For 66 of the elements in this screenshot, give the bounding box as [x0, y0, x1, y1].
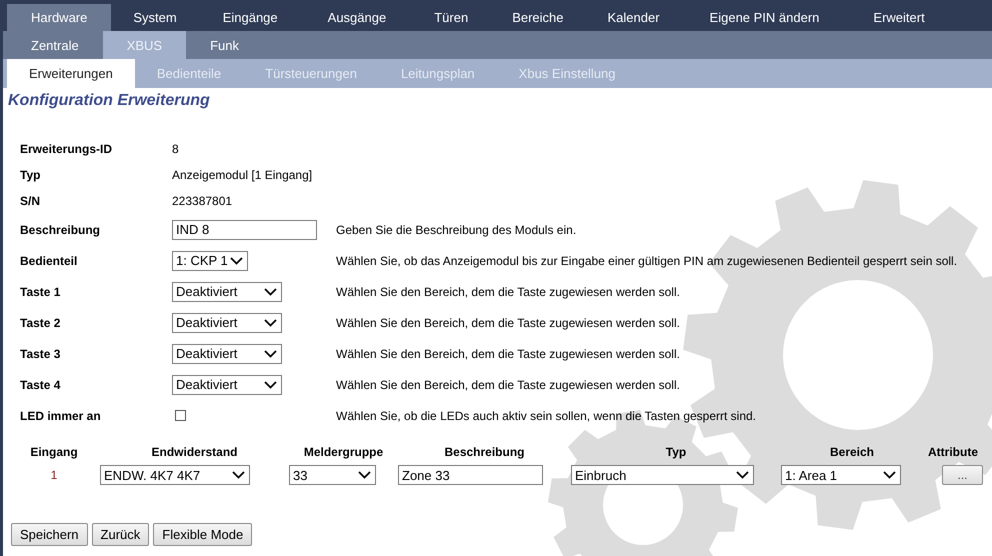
caret-icon: [264, 380, 277, 388]
main-tab[interactable]: Eingänge: [198, 4, 302, 31]
help-text: Wählen Sie den Bereich, dem die Taste zugewiesen werden soll.: [336, 346, 680, 360]
action-button[interactable]: Zurück: [92, 523, 150, 546]
dropdown[interactable]: 33: [289, 465, 376, 485]
main-tab[interactable]: Bereiche: [490, 4, 586, 31]
help-text: Wählen Sie den Bereich, dem die Taste zugewiesen werden soll.: [336, 378, 680, 392]
main-tab[interactable]: System: [111, 4, 199, 31]
main-tab[interactable]: Ausgänge: [302, 4, 412, 31]
caret-icon: [264, 350, 277, 358]
help-text: Wählen Sie den Bereich, dem die Taste zugewiesen werden soll.: [336, 284, 680, 298]
sub-tab[interactable]: Zentrale: [7, 31, 103, 59]
dropdown[interactable]: ENDW. 4K7 4K7: [100, 465, 250, 485]
help-text: Wählen Sie, ob das Anzeigemodul bis zur Eingabe einer gültigen PIN am zugewiesenen Bedienteil gesperrt sein soll.: [336, 254, 958, 268]
column-header: Bereich: [830, 445, 874, 459]
checkbox[interactable]: [175, 410, 186, 421]
caret-icon: [358, 471, 371, 479]
column-header: Endwiderstand: [151, 445, 238, 459]
field-label: Taste 3: [20, 346, 60, 360]
field-label: Taste 1: [20, 284, 60, 298]
field-value: 8: [172, 142, 179, 156]
column-header: Eingang: [30, 445, 78, 459]
caret-icon: [232, 471, 245, 479]
field-label: Bedienteil: [20, 254, 78, 268]
column-header: Typ: [666, 445, 686, 459]
field-value: Anzeigemodul [1 Eingang]: [172, 168, 312, 182]
field-label: Taste 2: [20, 316, 60, 330]
main-tab[interactable]: Hardware: [7, 4, 112, 31]
action-button[interactable]: Speichern: [11, 523, 88, 546]
attributes-button[interactable]: ...: [942, 465, 983, 485]
column-header: Meldergruppe: [304, 445, 384, 459]
sub-tab[interactable]: Funk: [186, 31, 264, 59]
column-header: Attribute: [928, 445, 978, 459]
field-label: LED immer an: [20, 408, 101, 422]
field-label: Beschreibung: [20, 222, 100, 236]
field-label: Erweiterungs-ID: [20, 142, 112, 156]
action-button[interactable]: Flexible Mode: [153, 523, 252, 546]
dropdown[interactable]: 1: CKP 1: [172, 250, 248, 270]
section-tab[interactable]: Erweiterungen: [7, 59, 135, 88]
help-text: Wählen Sie, ob die LEDs auch aktiv sein sollen, wenn die Tasten gesperrt sind.: [336, 408, 756, 422]
dropdown[interactable]: Deaktiviert: [172, 344, 282, 364]
input-field[interactable]: Zone 33: [398, 465, 543, 485]
caret-icon: [883, 471, 896, 479]
main-tab[interactable]: Eigene PIN ändern: [682, 4, 848, 31]
dropdown[interactable]: Deaktiviert: [172, 312, 282, 332]
dropdown[interactable]: Einbruch: [571, 465, 754, 485]
help-text: Wählen Sie den Bereich, dem die Taste zugewiesen werden soll.: [336, 316, 680, 330]
column-header: Beschreibung: [444, 445, 524, 459]
field-label: Taste 4: [20, 378, 60, 392]
dropdown[interactable]: Deaktiviert: [172, 374, 282, 394]
input-number: 1: [50, 468, 58, 482]
main-tab[interactable]: Türen: [412, 4, 490, 31]
caret-icon: [736, 471, 749, 479]
main-tab[interactable]: Erweitert: [847, 4, 951, 31]
field-value: 223387801: [172, 194, 232, 208]
caret-icon: [264, 318, 277, 326]
dropdown[interactable]: 1: Area 1: [781, 465, 901, 485]
input-field[interactable]: IND 8: [172, 220, 317, 240]
caret-icon: [264, 288, 277, 296]
help-text: Geben Sie die Beschreibung des Moduls ein.: [336, 222, 576, 236]
field-label: Typ: [20, 168, 40, 182]
dropdown[interactable]: Deaktiviert: [172, 282, 282, 302]
page-title: Konfiguration Erweiterung: [8, 92, 210, 110]
main-tab[interactable]: Kalender: [586, 4, 682, 31]
field-label: S/N: [20, 194, 40, 208]
caret-icon: [230, 256, 243, 264]
